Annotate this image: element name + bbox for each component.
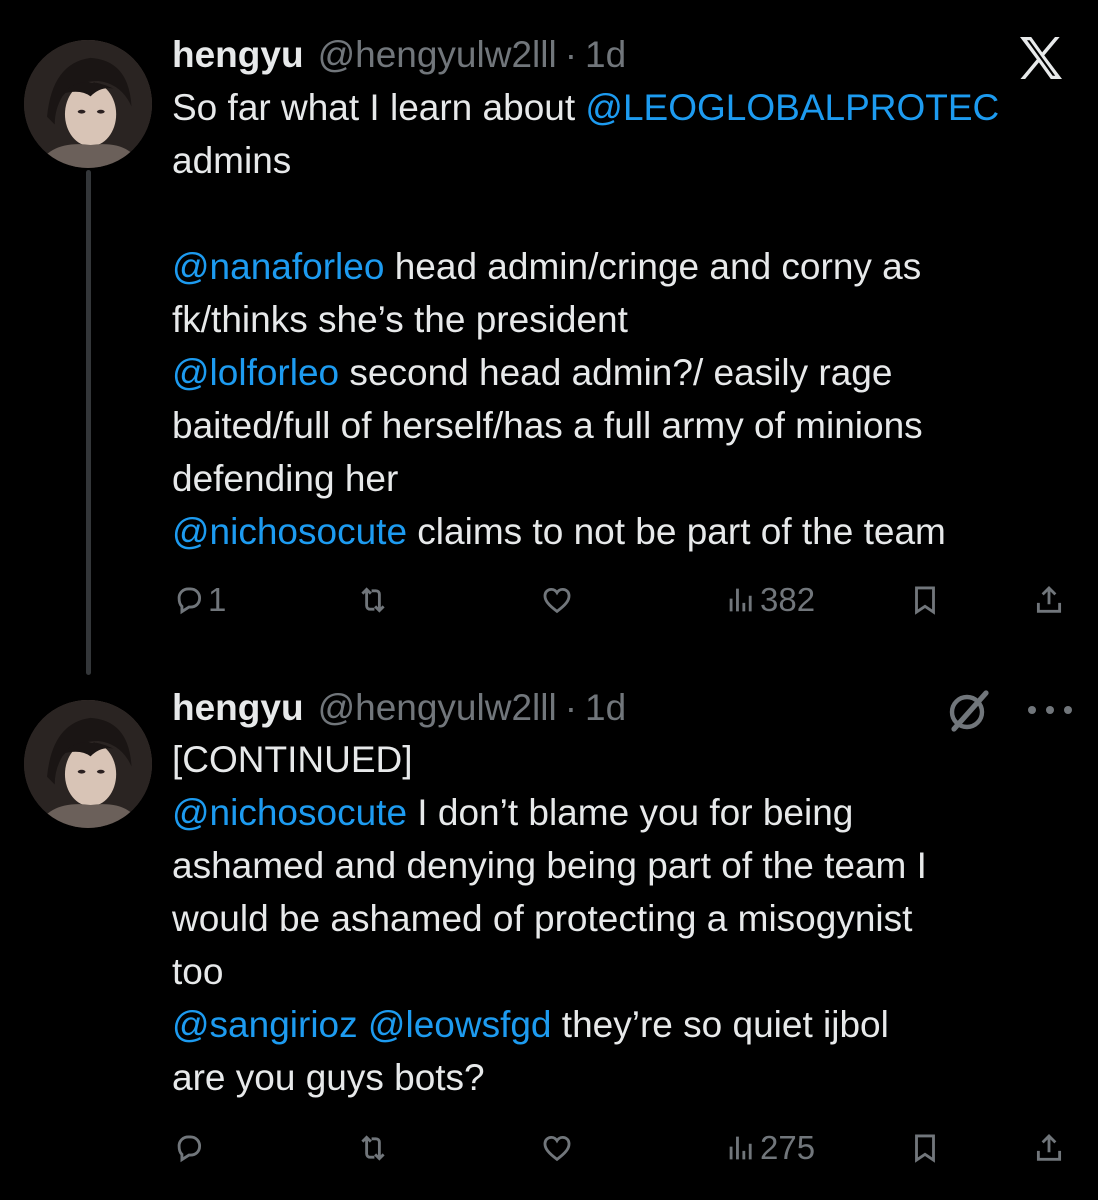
views-icon [729,1136,752,1160]
tweet-text: So far what I learn about @LEOGLOBALPROT… [172,81,1077,558]
avatar[interactable] [24,700,152,828]
share-button[interactable] [1032,1123,1066,1173]
bookmark-icon [915,1134,935,1163]
grok-icon[interactable] [944,687,992,735]
reply-icon [177,587,202,615]
retweet-button[interactable] [356,1123,392,1173]
mention-link[interactable]: @lolforleo [172,352,339,393]
mention-link[interactable]: @nichosocute [172,792,407,833]
separator-dot: · [564,687,578,728]
bookmark-button[interactable] [908,575,942,625]
avatar-photo-icon [24,700,152,828]
tweet-actions: 275 [172,1123,1072,1173]
reply-button[interactable] [172,1123,208,1173]
author-name[interactable]: hengyu [172,34,304,76]
author-handle[interactable]: @hengyulw2lll [318,687,557,729]
bookmark-button[interactable] [908,1123,942,1173]
mention-link[interactable]: @nanaforleo [172,246,384,287]
reply-button[interactable]: 1 [172,575,226,625]
timestamp[interactable]: 1d [585,34,626,76]
separator-dot: · [564,34,578,75]
tweet-text-segment: [CONTINUED] [172,739,413,780]
views-count: 382 [760,581,816,618]
share-icon [1036,1133,1062,1161]
share-button[interactable] [1032,575,1066,625]
tweet-header: hengyu @hengyulw2lll · 1d [172,30,626,80]
views-button[interactable]: 275 [724,1123,815,1173]
author-name[interactable]: hengyu [172,687,304,729]
tweet-text-segment: admins [172,140,292,181]
tweet-text-segment: claims to not be part of the team [407,511,946,552]
heart-icon [543,587,571,614]
avatar-photo-icon [24,40,152,168]
heart-icon [543,1135,571,1162]
reply-count: 1 [208,581,227,618]
retweet-icon [361,587,385,613]
bookmark-icon [915,586,935,615]
mention-link[interactable]: @sangirioz [172,1004,358,1045]
more-dot [1064,706,1072,714]
avatar[interactable] [24,40,152,168]
share-icon [1036,585,1062,613]
reply-icon [177,1135,202,1163]
mention-link[interactable]: @LEOGLOBALPROTEC [585,87,999,128]
more-icon[interactable] [1028,690,1072,730]
like-button[interactable] [540,1123,576,1173]
tweet[interactable]: hengyu @hengyulw2lll · 1d So far what I … [0,0,1098,650]
views-button[interactable]: 382 [724,575,815,625]
tweet-text: [CONTINUED] @nichosocute I don’t blame y… [172,733,1077,1104]
views-icon [729,588,752,612]
retweet-icon [361,1135,385,1161]
retweet-button[interactable] [356,575,392,625]
tweet-header: hengyu @hengyulw2lll · 1d [172,683,626,733]
tweet-actions: 1 382 [172,575,1072,625]
more-dot [1046,706,1054,714]
author-handle[interactable]: @hengyulw2lll [318,34,557,76]
like-button[interactable] [540,575,576,625]
tweet-text-segment [358,1004,368,1045]
timestamp[interactable]: 1d [585,687,626,729]
views-count: 275 [760,1129,816,1166]
tweet-text-segment: So far what I learn about [172,87,586,128]
mention-link[interactable]: @nichosocute [172,511,407,552]
mention-link[interactable]: @leowsfgd [368,1004,552,1045]
more-dot [1028,706,1036,714]
x-logo-icon [1013,30,1069,86]
